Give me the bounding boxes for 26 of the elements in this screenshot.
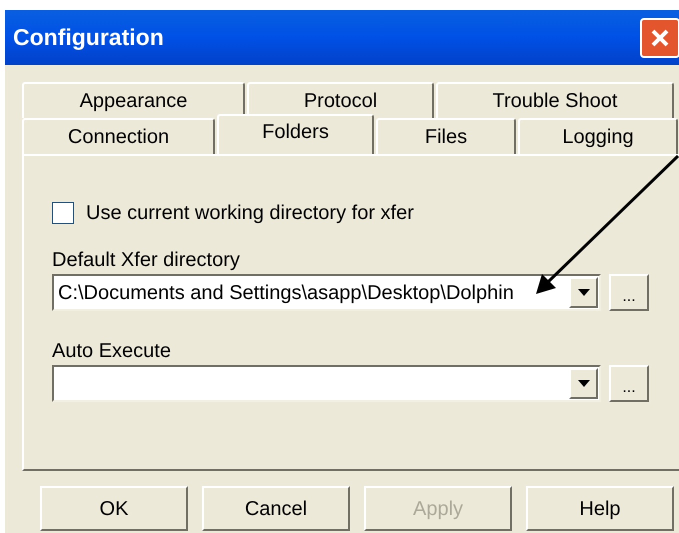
tab[interactable]: Files xyxy=(376,118,516,154)
window-title: Configuration xyxy=(13,23,164,52)
caret-icon xyxy=(578,289,590,296)
tab[interactable]: Logging xyxy=(518,118,678,154)
combo-value: C:\Documents and Settings\asapp\Desktop\Dolphin xyxy=(58,280,514,306)
field-label: Auto Execute xyxy=(52,339,172,363)
close-button[interactable] xyxy=(640,18,679,58)
combo-box[interactable] xyxy=(52,365,601,402)
browse-button[interactable]: ... xyxy=(609,365,649,402)
field-label: Default Xfer directory xyxy=(52,248,241,272)
dropdown-button[interactable] xyxy=(569,277,598,308)
caret-icon xyxy=(578,380,590,387)
tab[interactable]: Protocol xyxy=(247,82,434,118)
checkbox-label: Use current working directory for xfer xyxy=(86,201,414,226)
dialog-button[interactable]: Help xyxy=(526,486,674,531)
dialog-button[interactable]: Cancel xyxy=(202,486,350,531)
checkbox[interactable] xyxy=(52,202,74,224)
dropdown-button[interactable] xyxy=(569,368,598,399)
combo-box[interactable]: C:\Documents and Settings\asapp\Desktop\Dolphin xyxy=(52,274,601,311)
dialog-button[interactable]: OK xyxy=(40,486,188,531)
tab[interactable]: Appearance xyxy=(22,82,245,118)
tab[interactable]: Folders xyxy=(217,114,374,154)
tab[interactable]: Trouble Shoot xyxy=(436,82,674,118)
close-icon xyxy=(650,28,670,48)
tab[interactable]: Connection xyxy=(22,118,215,154)
browse-button[interactable]: ... xyxy=(609,274,649,311)
